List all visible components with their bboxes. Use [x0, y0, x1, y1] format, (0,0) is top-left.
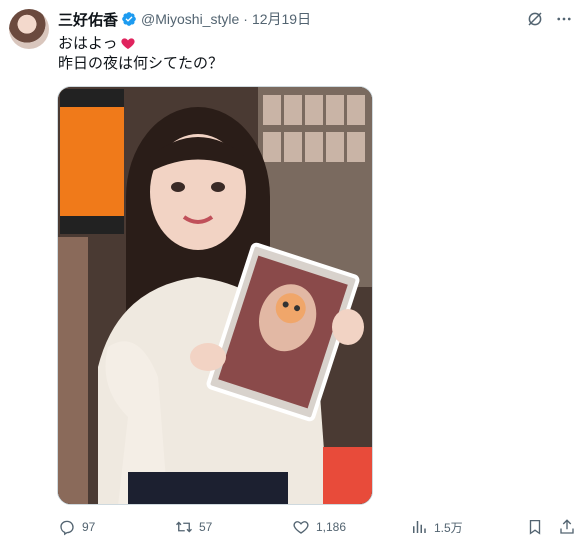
grok-icon[interactable] [526, 10, 544, 28]
tweet-actions: 97 57 1,186 1.5万 [58, 515, 578, 539]
tweet-text: おはよっ 昨日の夜は何シてたの？ [58, 34, 223, 74]
avatar[interactable] [9, 9, 49, 49]
reply-count: 97 [82, 520, 96, 534]
repost-count: 57 [199, 520, 213, 534]
photo-illustration [58, 87, 372, 504]
tweet-photo[interactable] [57, 86, 373, 505]
share-icon [560, 519, 574, 534]
tweet-line-1: おはよっ [58, 35, 118, 52]
separator: · [243, 11, 248, 27]
red-heart-emoji-icon [120, 35, 136, 51]
more-options-icon[interactable] [554, 9, 574, 29]
repost-icon [176, 521, 192, 533]
views-chart-icon [413, 521, 426, 533]
tweet-line-2: 昨日の夜は何シてたの？ [58, 55, 224, 72]
tweet-header: 三好佑香 @Miyoshi_style · 12月19日 [58, 9, 576, 29]
views-button[interactable]: 1.5万 [410, 515, 463, 539]
like-count: 1,186 [316, 520, 347, 534]
bookmark-icon [529, 519, 541, 535]
reply-button[interactable]: 97 [58, 515, 95, 539]
heart-icon [293, 521, 309, 534]
bookmark-button[interactable] [526, 515, 550, 539]
reply-icon [60, 520, 74, 536]
tweet-date[interactable]: 12月19日 [252, 9, 311, 29]
share-button[interactable] [558, 515, 582, 539]
like-button[interactable]: 1,186 [292, 515, 346, 539]
verified-badge-icon [121, 11, 137, 27]
repost-button[interactable]: 57 [175, 515, 212, 539]
handle[interactable]: @Miyoshi_style [141, 11, 239, 27]
display-name[interactable]: 三好佑香 [58, 9, 118, 30]
views-count: 1.5万 [434, 520, 463, 535]
